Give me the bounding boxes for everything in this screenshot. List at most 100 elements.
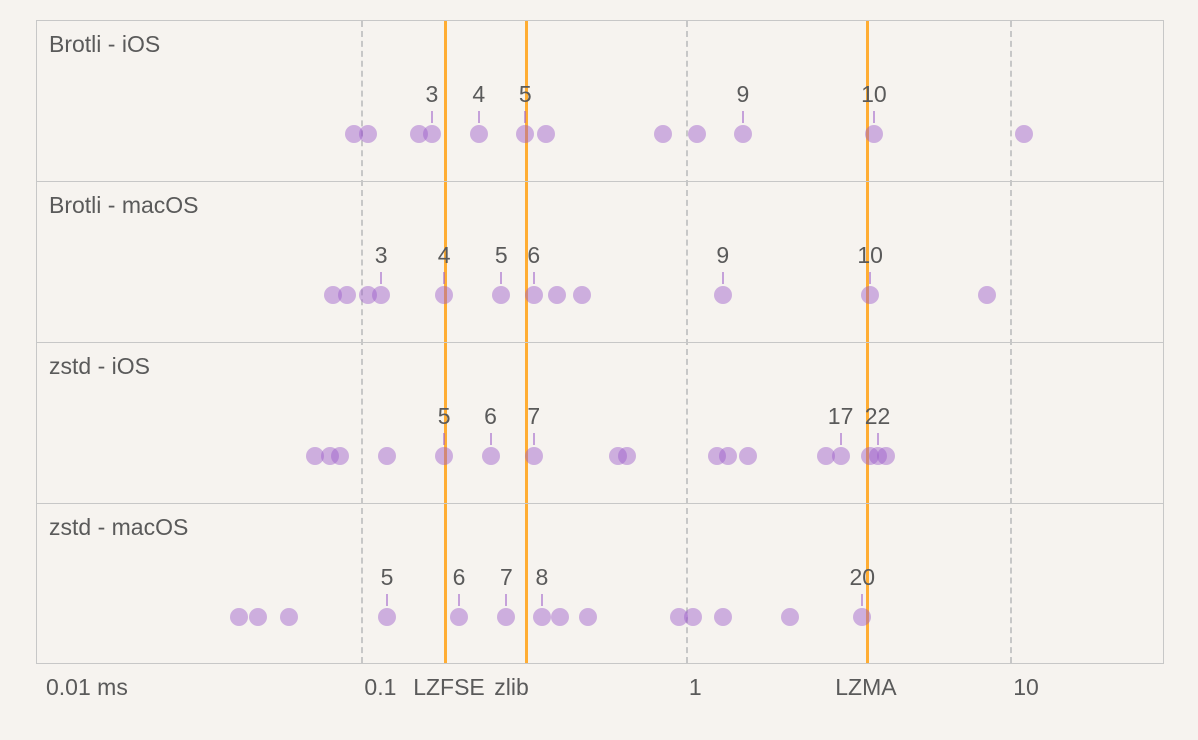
row-label: zstd - iOS [49,353,150,380]
data-point [832,447,850,465]
data-point [359,125,377,143]
point-label: 5 [381,564,394,591]
point-label: 3 [426,81,439,108]
data-point [548,286,566,304]
reference-label: LZMA [835,674,896,701]
data-point [492,286,510,304]
data-point [423,125,441,143]
data-point [684,608,702,626]
data-point [618,447,636,465]
point-tick [861,594,863,606]
data-point [497,608,515,626]
point-tick [443,272,445,284]
point-tick [541,594,543,606]
chart-row: zstd - iOS 5 6 7 17 22 [37,343,1163,504]
data-point [331,447,349,465]
data-point [688,125,706,143]
point-tick [742,111,744,123]
data-point [435,286,453,304]
point-tick [458,594,460,606]
point-tick [478,111,480,123]
data-point [714,286,732,304]
point-label: 22 [865,403,891,430]
data-point [249,608,267,626]
data-point [280,608,298,626]
data-point [435,447,453,465]
x-tick-label: 1 [689,674,702,701]
point-label: 5 [438,403,451,430]
point-label: 9 [716,242,729,269]
data-point [739,447,757,465]
point-tick [490,433,492,445]
data-point [230,608,248,626]
data-point [714,608,732,626]
point-tick [431,111,433,123]
data-point [482,447,500,465]
point-tick [533,272,535,284]
data-point [516,125,534,143]
data-point [378,608,396,626]
point-label: 3 [375,242,388,269]
data-point [338,286,356,304]
data-point [781,608,799,626]
row-label: Brotli - iOS [49,31,160,58]
x-tick-label: 0.1 [364,674,396,701]
compression-latency-chart: Brotli - iOS345910Brotli - macOS3456910z… [0,0,1198,740]
data-point [719,447,737,465]
point-tick [443,433,445,445]
data-point [525,286,543,304]
point-label: 9 [737,81,750,108]
point-label: 7 [500,564,513,591]
data-point [734,125,752,143]
point-tick [380,272,382,284]
x-tick-label: 0.01 ms [46,674,128,701]
plot-area: Brotli - iOS345910Brotli - macOS3456910z… [36,20,1164,664]
data-point [861,286,879,304]
point-tick [873,111,875,123]
chart-row: Brotli - macOS3456910 [37,182,1163,343]
data-point [1015,125,1033,143]
data-point [470,125,488,143]
data-point [654,125,672,143]
point-tick [840,433,842,445]
data-point [877,447,895,465]
data-point [378,447,396,465]
point-label: 4 [438,242,451,269]
row-label: zstd - macOS [49,514,188,541]
x-tick-label: 10 [1013,674,1039,701]
chart-row: Brotli - iOS345910 [37,21,1163,182]
row-label: Brotli - macOS [49,192,199,219]
point-label: 5 [495,242,508,269]
point-tick [533,433,535,445]
point-label: 7 [527,403,540,430]
point-tick [505,594,507,606]
point-label: 6 [484,403,497,430]
point-tick [386,594,388,606]
point-label: 10 [861,81,887,108]
point-label: 6 [453,564,466,591]
point-tick [524,111,526,123]
data-point [865,125,883,143]
point-label: 6 [527,242,540,269]
data-point [551,608,569,626]
reference-label: zlib [494,674,529,701]
data-point [525,447,543,465]
data-point [450,608,468,626]
data-point [579,608,597,626]
point-tick [877,433,879,445]
data-point [533,608,551,626]
data-point [978,286,996,304]
point-label: 8 [535,564,548,591]
data-point [573,286,591,304]
data-point [372,286,390,304]
point-label: 20 [850,564,876,591]
data-point [537,125,555,143]
chart-row: zstd - macOS 5 6 78 20 [37,504,1163,665]
point-label: 4 [472,81,485,108]
reference-label: LZFSE [413,674,485,701]
data-point [853,608,871,626]
point-tick [500,272,502,284]
point-tick [869,272,871,284]
point-label: 17 [828,403,854,430]
point-tick [722,272,724,284]
